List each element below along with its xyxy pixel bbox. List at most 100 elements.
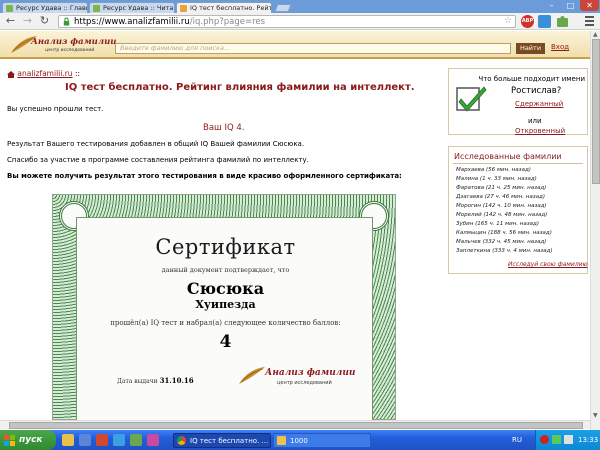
surname-link[interactable]: Малина (1 ч. 33 мин. назад) — [456, 176, 537, 182]
quicklaunch-app-icon[interactable] — [147, 434, 159, 446]
extension-icon[interactable] — [538, 15, 551, 28]
certificate-logo-subtitle: центр исследований — [277, 380, 332, 386]
surname-link[interactable]: Заплеткина (333 ч. 4 мин. назад) — [456, 248, 553, 254]
close-window-icon[interactable]: ✕ — [580, 0, 599, 11]
certificate-issue-date: Дата выдачи 31.10.16 — [117, 376, 194, 385]
address-bar[interactable]: https://www.analizfamilii.ru/iq.php?page… — [58, 15, 516, 28]
task-chrome[interactable]: IQ тест бесплатно. ... — [173, 433, 271, 448]
tab-label: Ресурс Удава :: Главная — [16, 4, 87, 12]
poll-option-frank[interactable]: Откровенный — [515, 127, 565, 135]
surname-link[interactable]: Зубин (165 ч. 11 мин. назад) — [456, 221, 539, 227]
minimize-window-icon[interactable]: – — [543, 0, 560, 11]
tab-udav-main[interactable]: Ресурс Удава :: Главная × — [2, 2, 88, 13]
bookmark-star-icon[interactable]: ☆ — [504, 16, 512, 26]
surname-link[interactable]: Фаратова (21 ч. 25 мин. назад) — [456, 185, 546, 191]
extension-puzzle-icon[interactable] — [556, 15, 569, 28]
poll-or-text: или — [528, 117, 542, 125]
tray-network-icon[interactable] — [552, 435, 561, 444]
passed-text: Вы успешно прошли тест. — [7, 105, 104, 113]
tray-volume-icon[interactable] — [564, 435, 573, 444]
horizontal-scroll-thumb[interactable] — [9, 422, 583, 429]
language-indicator[interactable]: RU — [512, 436, 522, 444]
explore-surname-link[interactable]: Исследуй свою фамилию — [508, 261, 588, 268]
maximize-window-icon[interactable]: □ — [562, 0, 579, 11]
added-text: Результат Вашего тестирования добавлен в… — [7, 140, 305, 148]
lock-icon — [63, 17, 70, 26]
reload-icon[interactable]: ↻ — [38, 15, 51, 28]
taskbar-clock[interactable]: 13:33 — [578, 436, 598, 444]
scroll-down-icon[interactable]: ▼ — [593, 412, 598, 419]
udav-favicon-icon — [93, 4, 100, 12]
horizontal-scrollbar[interactable] — [0, 420, 590, 429]
poll-name: Ростислав? — [511, 86, 562, 96]
iq-result: Ваш IQ 4. — [203, 123, 245, 133]
name-poll-box: Что больше подходит имени Ростислав? Сде… — [448, 68, 588, 135]
start-button[interactable]: пуск — [0, 430, 56, 450]
vertical-scroll-thumb[interactable] — [592, 39, 600, 184]
poll-question: Что больше подходит имени — [478, 75, 585, 83]
quicklaunch-app-icon[interactable] — [62, 434, 74, 446]
surname-link[interactable]: Морогин (142 ч. 10 мин. назад) — [456, 203, 547, 209]
certificate-surname: Сюсюка — [186, 279, 265, 298]
find-button[interactable]: Найти — [516, 43, 545, 54]
breadcrumb-home-link[interactable]: analizfamilii.ru — [17, 69, 72, 78]
url-host: https://www.analizfamilii.ru — [74, 16, 190, 27]
tab-iq-test[interactable]: IQ тест бесплатно. Рейти × — [176, 2, 272, 13]
researched-surnames-title: Исследованные фамилии — [454, 152, 562, 161]
certificate-body: Сертификат данный документ подтверждает,… — [76, 217, 373, 421]
tray-antivirus-icon[interactable] — [540, 435, 549, 444]
adblock-plus-icon[interactable]: ABP — [521, 15, 534, 28]
tab-label: IQ тест бесплатно. Рейти — [190, 4, 272, 12]
back-arrow-icon[interactable]: ← — [4, 15, 17, 28]
divider — [453, 163, 583, 164]
surname-link[interactable]: Мальчев (332 ч. 45 мин. назад) — [456, 239, 546, 245]
poll-option-reserved[interactable]: Сдержанный — [515, 100, 563, 108]
certificate-logo-brand: Анализ фамилии — [265, 368, 356, 378]
logo-subtitle: центр исследований — [45, 48, 95, 53]
tab-udav-read[interactable]: Ресурс Удава :: Читай :: К × — [89, 2, 175, 13]
certificate-name: Хуипезда — [195, 298, 256, 311]
system-tray: 13:33 — [535, 430, 600, 450]
thanks-text: Спасибо за участие в программе составлен… — [7, 156, 309, 164]
surname-search-input[interactable]: Введите фамилию для поиска... — [115, 43, 511, 54]
chrome-icon — [177, 436, 186, 445]
forward-arrow-icon[interactable]: → — [21, 15, 34, 28]
breadcrumb: analizfamilii.ru :: — [7, 69, 80, 78]
browser-menu-icon[interactable] — [585, 16, 594, 28]
certificate-offer-text: Вы можете получить результат этого тести… — [7, 172, 402, 180]
task-folder[interactable]: 1000 — [273, 433, 371, 448]
scroll-up-icon[interactable]: ▲ — [593, 31, 598, 38]
surname-link[interactable]: Морелий (142 ч. 48 мин. назад) — [456, 212, 547, 218]
quicklaunch-app-icon[interactable] — [96, 434, 108, 446]
site-logo[interactable]: Анализ фамилии центр исследований — [9, 33, 116, 57]
task-label: 1000 — [290, 436, 308, 445]
date-value: 31.10.16 — [159, 376, 194, 385]
surname-link[interactable]: Дзагаева (27 ч. 46 мин. назад) — [456, 194, 545, 200]
browser-tab-strip: Ресурс Удава :: Главная × Ресурс Удава :… — [0, 0, 600, 13]
date-label: Дата выдачи — [117, 378, 158, 385]
quicklaunch-app-icon[interactable] — [130, 434, 142, 446]
vertical-scrollbar[interactable]: ▲ ▼ — [590, 31, 600, 431]
certificate-subtitle: данный документ подтверждает, что — [161, 266, 290, 274]
browser-toolbar: ← → ↻ https://www.analizfamilii.ru/iq.ph… — [0, 13, 600, 30]
certificate-image[interactable]: Сертификат данный документ подтверждает,… — [52, 194, 396, 421]
certificate-title: Сертификат — [155, 235, 296, 259]
home-icon — [7, 70, 15, 78]
certificate-logo: Анализ фамилии центр исследований — [237, 362, 355, 392]
quicklaunch-app-icon[interactable] — [113, 434, 125, 446]
certificate-score: 4 — [219, 332, 232, 352]
new-tab-button[interactable] — [274, 4, 292, 12]
researched-surnames-box: Исследованные фамилии Мархаева (56 мин. … — [448, 146, 588, 274]
feather-logo-icon — [239, 367, 265, 384]
url-path: /iq.php?page=res — [189, 16, 266, 27]
windows-taskbar: пуск IQ тест бесплатно. ... 1000 RU 13:3… — [0, 430, 600, 450]
quicklaunch-app-icon[interactable] — [79, 434, 91, 446]
task-label: IQ тест бесплатно. ... — [190, 436, 269, 445]
surname-link[interactable]: Калмыцин (188 ч. 56 мин. назад) — [456, 230, 552, 236]
login-link[interactable]: Вход — [551, 43, 569, 51]
logo-brand-text: Анализ фамилии — [31, 37, 117, 47]
surname-link[interactable]: Мархаева (56 мин. назад) — [456, 167, 531, 173]
windows-flag-icon — [4, 434, 15, 446]
start-label: пуск — [19, 435, 43, 445]
page-title: IQ тест бесплатно. Рейтинг влияния фамил… — [65, 82, 415, 93]
